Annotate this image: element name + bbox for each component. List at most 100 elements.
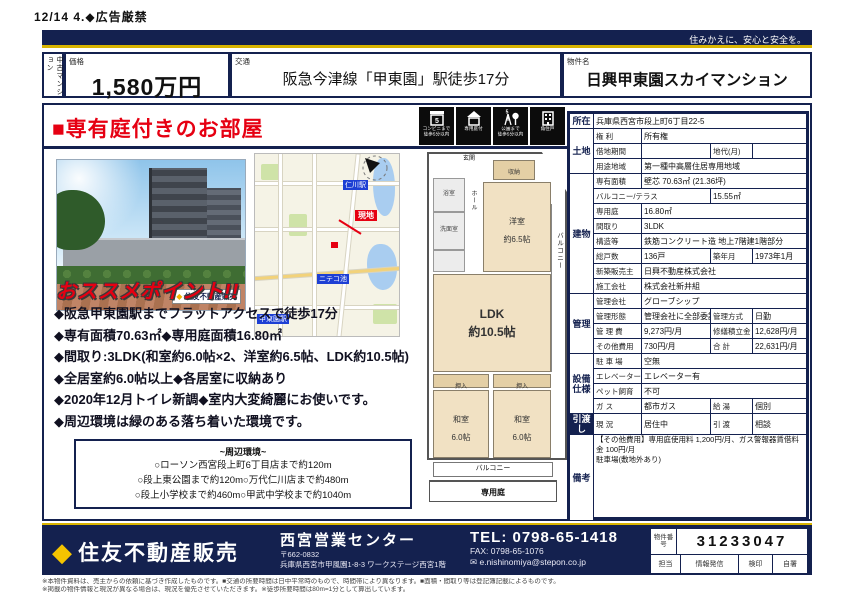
fax-number: FAX: 0798-65-1076 [470, 546, 618, 557]
spec-value: 不可 [642, 384, 807, 399]
room-ldk: LDK 約10.5帖 [433, 274, 551, 372]
spec-key: 修繕積立金 [710, 324, 752, 339]
spec-key: 借地期間 [594, 144, 642, 159]
map-park-patch [289, 214, 307, 236]
access-box: 交通 阪急今津線「甲東園」駅徒歩17分 [230, 52, 562, 98]
badge-garden: 専用庭付 [456, 107, 491, 145]
spec-value: 12,628円/月 [752, 324, 806, 339]
convenience-store-icon: 5 [428, 109, 446, 127]
spec-value: 管理会社に全部委託 [642, 309, 711, 324]
badge-label: コンビニまで 徒歩5分以内 [420, 127, 452, 137]
room-oshiire-right: 押入 [493, 374, 551, 388]
spec-value: 鉄筋コンクリート造 地上7階建1階部分 [642, 234, 807, 249]
spec-section-label: 所在 [570, 114, 594, 129]
email-row: ✉ e.nishinomiya@stepon.co.jp [470, 557, 618, 568]
property-name-box: 物件名 日興甲東園スカイマンション [562, 52, 812, 98]
category-label: 中古マンション [44, 56, 64, 96]
environment-lines: ○ローソン西宮段上町6丁目店まで約120m○段上東公園まで約120m○万代仁川店… [76, 458, 410, 503]
spec-section-label: 建物 [570, 174, 594, 294]
spec-value: 居住中 [642, 414, 711, 435]
spec-key: 専用庭 [594, 204, 642, 219]
main-panel: ■専有庭付きのお部屋 5 コンビニまで 徒歩5分以内 専用庭付 [42, 103, 812, 521]
stamp-cell: 情報発信 [681, 555, 739, 573]
spec-value: 相談 [752, 414, 806, 435]
badge-label: 角住戸 [531, 127, 563, 132]
spec-section-label: 引渡し [570, 414, 594, 435]
office-address: 兵庫県西宮市甲風園1-8-3 ワークステージ西宮1階 [280, 560, 446, 570]
spec-value: 日興不動産株式会社 [642, 264, 807, 279]
spec-key: 権 利 [594, 129, 642, 144]
house-garden-icon [465, 109, 483, 127]
compass-icon [360, 153, 390, 188]
company-logo: ◆ 住友不動産販売 [52, 537, 239, 567]
property-number-value: 31233047 [677, 529, 807, 554]
badge-label: 専用庭付 [457, 127, 489, 132]
stamp-cell: 担当 [651, 555, 681, 573]
spec-key: 合 計 [710, 339, 752, 354]
spec-key: 管理会社 [594, 294, 642, 309]
spec-value: 都市ガス [642, 399, 711, 414]
page-note: 12/14 4.◆広告厳禁 [34, 8, 148, 25]
spec-value: 個別 [752, 399, 806, 414]
stamp-cell: 検印 [739, 555, 773, 573]
svg-text:5: 5 [435, 118, 439, 125]
spec-value [752, 144, 806, 159]
category-box: 中古マンション [42, 52, 64, 98]
spec-key: その他費用 [594, 339, 642, 354]
room-closet-top: 収納 [493, 160, 535, 180]
map-label-pond: ニテコ池 [317, 274, 349, 284]
floorplan: 玄関 収納 ホール 浴室 洗面室 洋室 約6.5帖 LDK 約10.5帖 バルコ… [427, 152, 567, 504]
headline-row: ■専有庭付きのお部屋 5 コンビニまで 徒歩5分以内 専用庭付 [44, 105, 567, 149]
room-wc [433, 250, 465, 272]
room-washroom: 洗面室 [433, 212, 465, 250]
spec-value: 【その他費用】専用庭使用料 1,200円/月、ガス警報器賃借料金 100円/月 … [594, 435, 807, 521]
feature-badges: 5 コンビニまで 徒歩5分以内 専用庭付 [417, 107, 565, 145]
spec-key: 新築販売主 [594, 264, 642, 279]
spec-key: エレベーター [594, 369, 642, 384]
spec-section-label: 土地 [570, 129, 594, 174]
diamond-logo-icon: ◆ [52, 539, 72, 565]
spec-key: ガ ス [594, 399, 642, 414]
headline-text: ■専有庭付きのお部屋 [52, 113, 264, 143]
building-icon [539, 109, 557, 127]
spec-value: 第一種中高層住居専用地域 [642, 159, 807, 174]
spec-key: 専有面積 [594, 174, 642, 189]
environment-line: ○ローソン西宮段上町6丁目店まで約120m [76, 458, 410, 473]
badge-park: 5 公園まで 徒歩5分以内 [493, 107, 528, 145]
price-box: 価格 1,580万円 [64, 52, 230, 98]
spec-value: 株式会社新井組 [642, 279, 807, 294]
park-icon: 5 [502, 109, 520, 127]
property-number-table: 物件番号 31233047 担当 情報発信 検印 自署 [650, 528, 808, 574]
spec-value [642, 144, 711, 159]
flyer-page: 12/14 4.◆広告厳禁 住みかえに、安心と安全を。 中古マンション 価格 1… [0, 0, 842, 595]
svg-text:5: 5 [505, 110, 508, 116]
brand-banner: 住みかえに、安心と安全を。 [42, 30, 812, 48]
spec-section-label: 管理 [570, 294, 594, 354]
spec-key: バルコニー/テラス [594, 189, 711, 204]
spec-value: 3LDK [642, 219, 807, 234]
spec-key: 用途地域 [594, 159, 642, 174]
spec-value: 730円/月 [642, 339, 711, 354]
spec-key: 駐 車 場 [594, 354, 642, 369]
contact-block: TEL: 0798-65-1418 FAX: 0798-65-1076 ✉ e.… [470, 529, 618, 568]
environment-title: ~周辺環境~ [76, 445, 410, 458]
map-site-dot [331, 242, 338, 248]
office-block: 西宮営業センター 〒662-0832 兵庫県西宮市甲風園1-8-3 ワークステー… [280, 529, 446, 570]
balcony-bottom: バルコニー [433, 462, 553, 477]
office-name: 西宮営業センター [280, 529, 446, 550]
spec-value: 空無 [642, 354, 807, 369]
private-garden: 専用庭 [429, 480, 557, 502]
environment-box: ~周辺環境~ ○ローソン西宮段上町6丁目店まで約120m○段上東公園まで約120… [74, 439, 412, 509]
spec-key: 間取り [594, 219, 642, 234]
spec-key: ペット飼育 [594, 384, 642, 399]
room-washitsu-right: 和室 6.0帖 [493, 390, 551, 458]
price-value: 1,580万円 [66, 68, 228, 102]
map-road [255, 228, 400, 231]
spec-key: 構造等 [594, 234, 642, 249]
badge-convenience: 5 コンビニまで 徒歩5分以内 [419, 107, 454, 145]
spec-key: 築年月 [710, 249, 752, 264]
brand-slogan: 住みかえに、安心と安全を。 [689, 35, 806, 45]
stamp-cell: 自署 [773, 555, 807, 573]
spec-key: 管 理 費 [594, 324, 642, 339]
spec-key: 現 況 [594, 414, 642, 435]
